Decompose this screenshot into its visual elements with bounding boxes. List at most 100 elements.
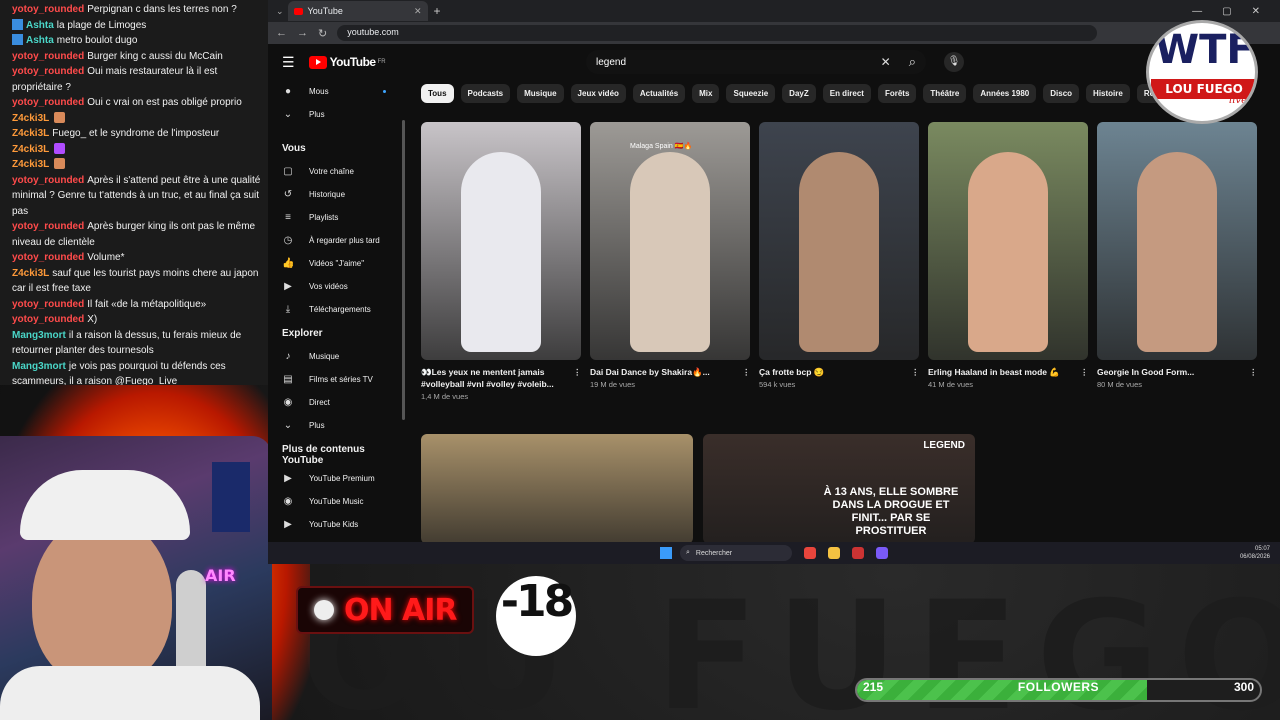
filter-chip[interactable]: Histoire: [1086, 84, 1130, 103]
more-options-icon[interactable]: ⋮: [742, 366, 751, 378]
taskbar-search[interactable]: ⌕ Rechercher: [680, 545, 792, 561]
sidebar-item[interactable]: ▶ YouTube Premium: [268, 467, 406, 490]
search-input[interactable]: [596, 56, 881, 68]
stream-overlay: OU FUEGO LIVE AIR yotoy_roundedPerpignan…: [0, 0, 1280, 720]
chat-username[interactable]: yotoy_rounded: [12, 51, 84, 62]
sidebar-item[interactable]: ▶ Vos vidéos: [268, 275, 406, 298]
new-tab-button[interactable]: +: [434, 4, 441, 18]
chat-username[interactable]: yotoy_rounded: [12, 221, 84, 232]
filter-chip[interactable]: DayZ: [782, 84, 816, 103]
sidebar-item[interactable]: ● Mous: [268, 80, 406, 103]
sidebar-item[interactable]: ◷ À regarder plus tard: [268, 229, 406, 252]
chat-username[interactable]: Mang3mort: [12, 361, 66, 372]
sidebar-item[interactable]: ⌄ Plus: [268, 103, 406, 126]
filter-chip[interactable]: Actualités: [632, 84, 686, 103]
sidebar-section-title[interactable]: Plus de contenus YouTube: [268, 443, 406, 467]
sidebar-section-title[interactable]: Vous: [268, 136, 406, 160]
short-title[interactable]: Erling Haaland in beast mode 💪: [928, 366, 1080, 378]
hamburger-menu-icon[interactable]: ☰: [282, 54, 295, 71]
filter-chip[interactable]: Disco: [1043, 84, 1080, 103]
sidebar-item[interactable]: 👍 Vidéos "J'aime": [268, 252, 406, 275]
chat-username[interactable]: yotoy_rounded: [12, 4, 84, 15]
filter-chip[interactable]: Jeux vidéo: [570, 84, 626, 103]
filter-chip[interactable]: Squeezie: [726, 84, 776, 103]
short-card[interactable]: Georgie In Good Form... ⋮ 80 M de vues: [1097, 122, 1258, 401]
short-card[interactable]: Malaga Spain 🇪🇸🔥 Dai Dai Dance by Shakira…: [590, 122, 751, 401]
close-window-button[interactable]: ✕: [1252, 6, 1260, 17]
filter-chip[interactable]: Musique: [517, 84, 564, 103]
video-thumbnail[interactable]: [421, 434, 693, 542]
discord-icon[interactable]: [876, 547, 888, 559]
sidebar-item[interactable]: ⤓ Téléchargements: [268, 298, 406, 321]
sidebar-item[interactable]: ▢ Votre chaîne: [268, 160, 406, 183]
short-card[interactable]: Ça frotte bcp 😏 ⋮ 594 k vues: [759, 122, 920, 401]
chat-username[interactable]: Z4cki3L: [12, 159, 49, 170]
tab-youtube[interactable]: YouTube ✕: [287, 1, 428, 21]
chat-username[interactable]: yotoy_rounded: [12, 66, 84, 77]
forward-button[interactable]: →: [297, 27, 308, 39]
filter-chip[interactable]: Mix: [692, 84, 720, 103]
chat-username[interactable]: Mang3mort: [12, 330, 66, 341]
sidebar-item[interactable]: ≡ Playlists: [268, 206, 406, 229]
filter-chip[interactable]: Forêts: [877, 84, 917, 103]
voice-search-icon[interactable]: 🎙: [944, 52, 964, 72]
chat-username[interactable]: Z4cki3L: [12, 268, 49, 279]
folder-icon[interactable]: [828, 547, 840, 559]
more-options-icon[interactable]: ⋮: [1080, 366, 1089, 378]
short-title[interactable]: Dai Dai Dance by Shakira🔥...: [590, 366, 742, 378]
chat-username[interactable]: Ashta: [26, 20, 54, 31]
filter-chip[interactable]: Podcasts: [460, 84, 511, 103]
short-title[interactable]: Ça frotte bcp 😏: [759, 366, 911, 378]
sidebar-item[interactable]: ♪ Musique: [268, 345, 406, 368]
chat-username[interactable]: yotoy_rounded: [12, 97, 84, 108]
chat-username[interactable]: yotoy_rounded: [12, 252, 84, 263]
taskbar-clock[interactable]: 05:07 06/08/2026: [1240, 545, 1270, 561]
filter-chip[interactable]: Tous: [421, 84, 454, 103]
maximize-button[interactable]: ▢: [1222, 6, 1231, 17]
url-field[interactable]: youtube.com: [337, 25, 1098, 41]
sidebar-item[interactable]: ▶ YouTube Kids: [268, 513, 406, 536]
chrome-icon[interactable]: [804, 547, 816, 559]
filter-chip[interactable]: Années 1980: [973, 84, 1037, 103]
short-thumbnail[interactable]: Malaga Spain 🇪🇸🔥: [590, 122, 750, 360]
more-options-icon[interactable]: ⋮: [911, 366, 920, 378]
tab-search-icon[interactable]: ⌄: [276, 6, 284, 17]
sidebar-item[interactable]: ▤ Films et séries TV: [268, 368, 406, 391]
search-icon[interactable]: ⌕: [909, 54, 916, 70]
video-thumbnail[interactable]: LEGEND À 13 ANS, ELLE SOMBRE DANS LA DROG…: [703, 434, 975, 542]
browser-window: ⌄ YouTube ✕ + — ▢ ✕ ← → ↻ youtube.com ☰ …: [268, 0, 1280, 542]
short-card[interactable]: 👀Les yeux ne mentent jamais #volleyball …: [421, 122, 582, 401]
more-options-icon[interactable]: ⋮: [1249, 366, 1258, 378]
windows-start-icon[interactable]: [660, 547, 672, 559]
short-title[interactable]: Georgie In Good Form...: [1097, 366, 1249, 378]
sidebar-item[interactable]: ◉ Direct: [268, 391, 406, 414]
chat-username[interactable]: Ashta: [26, 35, 54, 46]
short-thumbnail[interactable]: [928, 122, 1088, 360]
minimize-button[interactable]: —: [1192, 6, 1202, 17]
back-button[interactable]: ←: [276, 27, 287, 39]
sidebar-scrollbar[interactable]: [402, 120, 405, 420]
short-thumbnail[interactable]: [1097, 122, 1257, 360]
tab-close-icon[interactable]: ✕: [414, 6, 422, 17]
sidebar-item[interactable]: ⌄ Plus: [268, 414, 406, 437]
short-title[interactable]: 👀Les yeux ne mentent jamais #volleyball …: [421, 366, 573, 390]
sidebar-item[interactable]: ◉ YouTube Music: [268, 490, 406, 513]
short-thumbnail[interactable]: [759, 122, 919, 360]
chat-username[interactable]: yotoy_rounded: [12, 299, 84, 310]
reload-button[interactable]: ↻: [318, 27, 327, 40]
chat-username[interactable]: Z4cki3L: [12, 128, 49, 139]
sidebar-item[interactable]: ↺ Historique: [268, 183, 406, 206]
clear-search-icon[interactable]: ✕: [881, 55, 891, 69]
chat-username[interactable]: yotoy_rounded: [12, 314, 84, 325]
app-icon[interactable]: [852, 547, 864, 559]
sidebar-section-title[interactable]: Explorer: [268, 321, 406, 345]
more-options-icon[interactable]: ⋮: [573, 366, 582, 390]
chat-username[interactable]: Z4cki3L: [12, 144, 49, 155]
filter-chip[interactable]: Théâtre: [923, 84, 967, 103]
filter-chip[interactable]: En direct: [822, 84, 871, 103]
youtube-logo[interactable]: YouTube FR: [308, 55, 386, 69]
short-thumbnail[interactable]: [421, 122, 581, 360]
chat-username[interactable]: yotoy_rounded: [12, 175, 84, 186]
short-card[interactable]: Erling Haaland in beast mode 💪 ⋮ 41 M de v…: [928, 122, 1089, 401]
chat-username[interactable]: Z4cki3L: [12, 113, 49, 124]
